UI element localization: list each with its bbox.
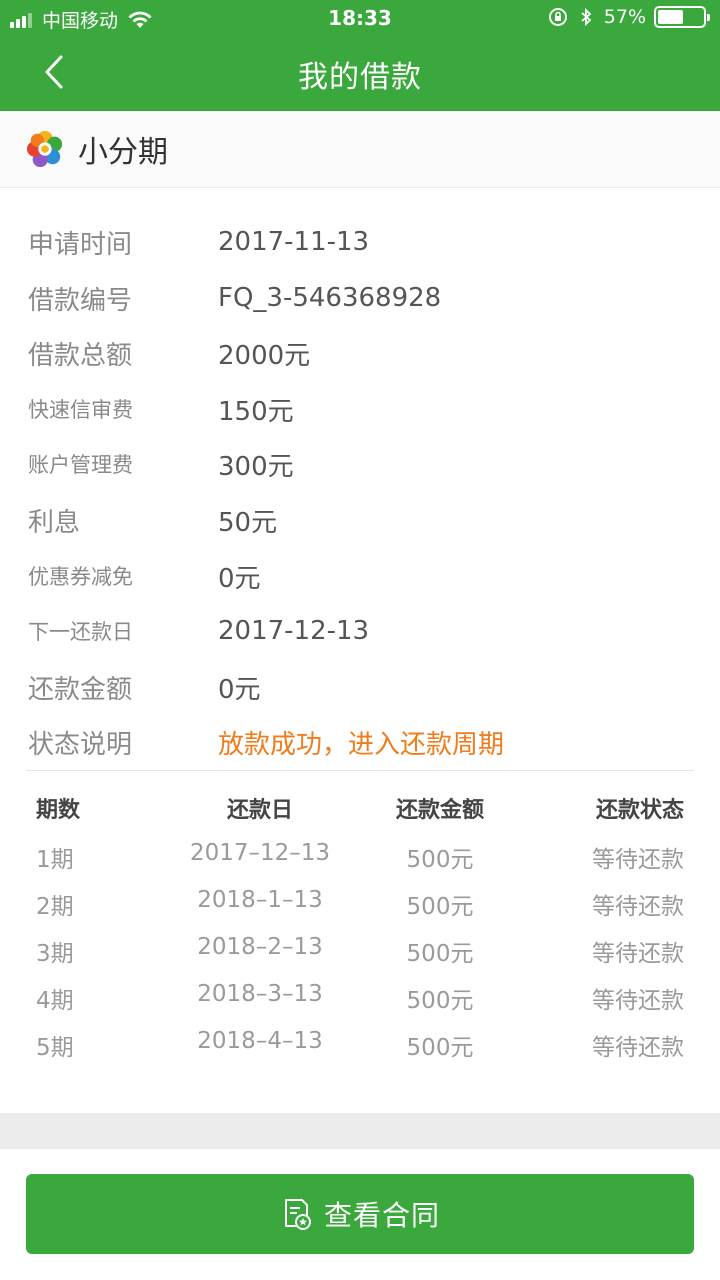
cell-repay-status: 等待还款 — [592, 894, 684, 920]
rotation-lock-icon — [548, 8, 567, 26]
header-repay-date: 还款日 — [226, 798, 293, 823]
detail-label: 账户管理费 — [28, 453, 133, 477]
view-contract-label: 查看合同 — [323, 1199, 440, 1232]
cell-repay-amount: 500元 — [406, 988, 474, 1014]
cell-repay-status: 等待还款 — [592, 941, 684, 967]
table-row: 3期 2018–2–13 500元 等待还款 — [0, 926, 720, 972]
header-period: 期数 — [36, 798, 81, 823]
battery-fill — [658, 10, 684, 24]
detail-row-status: 状态说明 放款成功，进入还款周期 — [0, 714, 720, 770]
detail-row-loan-number: 借款编号 FQ_3-546368928 — [0, 270, 720, 326]
cell-period: 1期 — [36, 847, 74, 873]
detail-label: 申请时间 — [28, 229, 133, 260]
detail-row-apply-date: 申请时间 2017-11-13 — [0, 214, 720, 270]
detail-row-repay-amount: 还款金额 0元 — [0, 659, 720, 715]
section-separator — [0, 1113, 720, 1149]
detail-value: FQ_3-546368928 — [218, 283, 442, 313]
detail-row-management-fee: 账户管理费 300元 — [0, 436, 720, 492]
detail-row-loan-total: 借款总额 2000元 — [0, 325, 720, 381]
cell-period: 2期 — [36, 894, 74, 920]
detail-row-coupon: 优惠券减免 0元 — [0, 548, 720, 604]
cell-period: 3期 — [36, 941, 74, 967]
detail-label: 下一还款日 — [28, 620, 133, 644]
app-header: 中国移动 18:33 57% 我的借款 — [0, 0, 720, 111]
detail-label: 借款总额 — [28, 340, 133, 371]
cell-repay-status: 等待还款 — [592, 988, 684, 1014]
cell-repay-status: 等待还款 — [592, 1035, 684, 1061]
header-repay-amount: 还款金额 — [395, 798, 484, 823]
status-right: 57% — [548, 6, 710, 28]
detail-label: 快速信审费 — [28, 398, 133, 422]
table-row: 2期 2018–1–13 500元 等待还款 — [0, 879, 720, 925]
flower-logo-icon — [26, 130, 63, 168]
detail-value: 2017-11-13 — [218, 227, 370, 257]
battery-percent: 57% — [603, 6, 646, 28]
detail-label: 优惠券减免 — [28, 565, 133, 589]
detail-value: 2000元 — [218, 340, 311, 371]
cell-repay-date: 2018–1–13 — [197, 887, 323, 913]
header-repay-status: 还款状态 — [595, 798, 684, 823]
table-row: 5期 2018–4–13 500元 等待还款 — [0, 1020, 720, 1066]
detail-row-next-repay-date: 下一还款日 2017-12-13 — [0, 603, 720, 659]
cell-repay-date: 2018–3–13 — [197, 981, 323, 1007]
detail-label: 还款金额 — [28, 674, 133, 705]
battery-icon — [654, 6, 710, 28]
cell-period: 4期 — [36, 988, 74, 1014]
cell-repay-amount: 500元 — [406, 941, 474, 967]
table-header: 期数 还款日 还款金额 还款状态 — [0, 784, 720, 830]
product-row: 小分期 — [0, 111, 720, 188]
detail-value: 50元 — [218, 507, 278, 538]
detail-value: 0元 — [218, 563, 261, 594]
table-row: 4期 2018–3–13 500元 等待还款 — [0, 973, 720, 1019]
cell-repay-date: 2018–4–13 — [197, 1028, 323, 1054]
bluetooth-icon — [581, 7, 592, 27]
cell-repay-amount: 500元 — [406, 847, 474, 873]
status-bar: 中国移动 18:33 57% — [0, 0, 720, 36]
cell-repay-amount: 500元 — [406, 894, 474, 920]
detail-label: 状态说明 — [28, 729, 133, 760]
cell-repay-status: 等待还款 — [592, 847, 684, 873]
cell-period: 5期 — [36, 1035, 74, 1061]
contract-document-icon — [284, 1199, 311, 1230]
product-name: 小分期 — [78, 135, 168, 170]
detail-label: 借款编号 — [28, 285, 133, 316]
detail-value: 2017-12-13 — [218, 616, 370, 646]
view-contract-button[interactable]: 查看合同 — [26, 1174, 694, 1254]
nav-bar: 我的借款 — [0, 36, 720, 111]
table-row: 1期 2017–12–13 500元 等待还款 — [0, 832, 720, 878]
status-text: 放款成功，进入还款周期 — [218, 729, 505, 760]
detail-row-review-fee: 快速信审费 150元 — [0, 381, 720, 437]
cell-repay-date: 2018–2–13 — [197, 934, 323, 960]
divider — [26, 770, 694, 771]
detail-row-interest: 利息 50元 — [0, 492, 720, 548]
detail-value: 300元 — [218, 451, 294, 482]
cell-repay-date: 2017–12–13 — [189, 840, 331, 866]
detail-value: 150元 — [218, 396, 294, 427]
detail-label: 利息 — [28, 507, 81, 538]
cell-repay-amount: 500元 — [406, 1035, 474, 1061]
page-title: 我的借款 — [298, 60, 422, 95]
detail-value: 0元 — [218, 674, 261, 705]
